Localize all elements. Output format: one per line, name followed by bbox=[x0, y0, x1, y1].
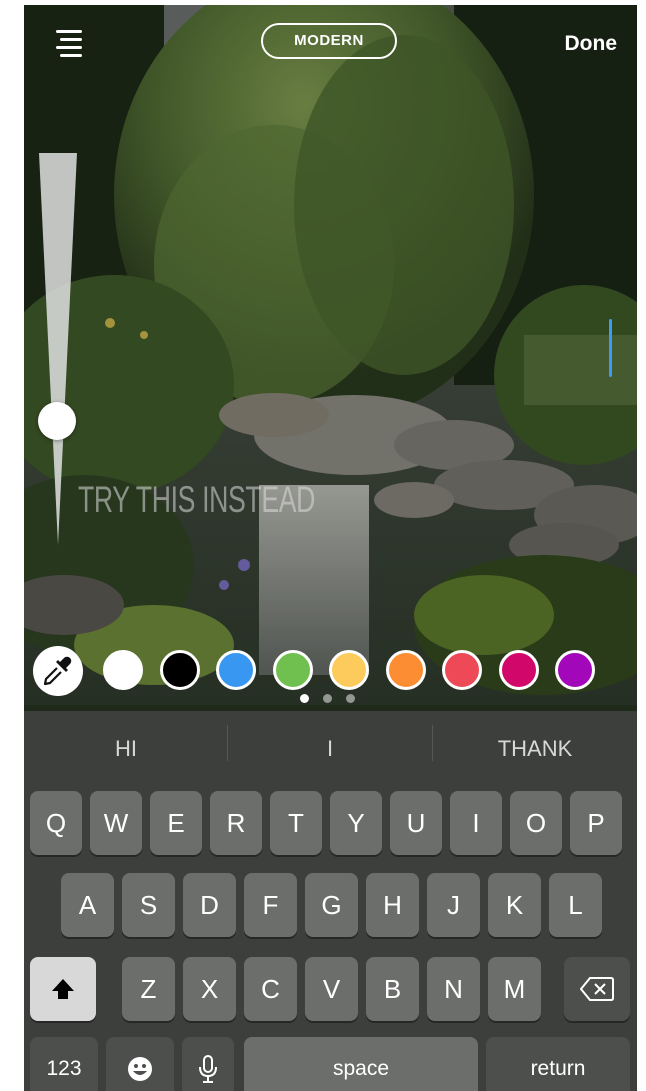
done-button[interactable]: Done bbox=[565, 32, 618, 56]
key-m[interactable]: M bbox=[488, 957, 541, 1021]
color-swatch[interactable] bbox=[442, 650, 482, 690]
color-swatch[interactable] bbox=[329, 650, 369, 690]
text-align-lines-icon[interactable] bbox=[50, 27, 86, 63]
color-swatch[interactable] bbox=[103, 650, 143, 690]
color-swatch[interactable] bbox=[216, 650, 256, 690]
return-key[interactable]: return bbox=[486, 1037, 630, 1091]
key-l[interactable]: L bbox=[549, 873, 602, 937]
text-size-slider-handle[interactable] bbox=[38, 402, 76, 440]
numbers-key[interactable]: 123 bbox=[30, 1037, 98, 1091]
color-swatch[interactable] bbox=[555, 650, 595, 690]
key-z[interactable]: Z bbox=[122, 957, 175, 1021]
key-b[interactable]: B bbox=[366, 957, 419, 1021]
color-swatch[interactable] bbox=[159, 650, 200, 690]
emoji-icon[interactable] bbox=[106, 1037, 174, 1091]
text-cursor bbox=[609, 319, 612, 377]
shift-arrow-icon[interactable] bbox=[30, 957, 96, 1021]
key-y[interactable]: Y bbox=[330, 791, 382, 855]
backspace-icon[interactable] bbox=[564, 957, 630, 1021]
key-j[interactable]: J bbox=[427, 873, 480, 937]
keyboard: HI I THANK QWERTYUIOP ASDFGHJKL ZXCVBNM … bbox=[24, 711, 637, 1091]
color-palette bbox=[24, 646, 637, 696]
key-v[interactable]: V bbox=[305, 957, 358, 1021]
key-i[interactable]: I bbox=[450, 791, 502, 855]
text-style-button[interactable]: MODERN bbox=[261, 23, 397, 59]
key-a[interactable]: A bbox=[61, 873, 114, 937]
key-x[interactable]: X bbox=[183, 957, 236, 1021]
key-r[interactable]: R bbox=[210, 791, 262, 855]
story-text-editor: MODERN Done TRY THIS INSTEAD HI I THANK … bbox=[24, 5, 637, 1091]
key-u[interactable]: U bbox=[390, 791, 442, 855]
color-swatch[interactable] bbox=[385, 650, 426, 690]
key-d[interactable]: D bbox=[183, 873, 236, 937]
text-size-slider[interactable] bbox=[36, 153, 80, 549]
key-n[interactable]: N bbox=[427, 957, 480, 1021]
key-h[interactable]: H bbox=[366, 873, 419, 937]
suggestion-3[interactable]: THANK bbox=[433, 711, 637, 787]
key-p[interactable]: P bbox=[570, 791, 622, 855]
key-k[interactable]: K bbox=[488, 873, 541, 937]
key-s[interactable]: S bbox=[122, 873, 175, 937]
microphone-icon[interactable] bbox=[182, 1037, 234, 1091]
key-w[interactable]: W bbox=[90, 791, 142, 855]
key-q[interactable]: Q bbox=[30, 791, 82, 855]
key-o[interactable]: O bbox=[510, 791, 562, 855]
suggestion-1[interactable]: HI bbox=[24, 711, 228, 787]
page-dot bbox=[300, 694, 309, 703]
photo-dim-overlay bbox=[24, 5, 637, 705]
eyedropper-icon[interactable] bbox=[33, 646, 83, 696]
color-swatch[interactable] bbox=[498, 650, 539, 690]
key-c[interactable]: C bbox=[244, 957, 297, 1021]
key-f[interactable]: F bbox=[244, 873, 297, 937]
space-key[interactable]: space bbox=[244, 1037, 478, 1091]
suggestion-2[interactable]: I bbox=[228, 711, 432, 787]
color-swatch[interactable] bbox=[272, 650, 313, 690]
key-e[interactable]: E bbox=[150, 791, 202, 855]
caption-text-input[interactable]: TRY THIS INSTEAD bbox=[78, 479, 315, 521]
key-g[interactable]: G bbox=[305, 873, 358, 937]
page-dot bbox=[323, 694, 332, 703]
key-t[interactable]: T bbox=[270, 791, 322, 855]
page-dot bbox=[346, 694, 355, 703]
